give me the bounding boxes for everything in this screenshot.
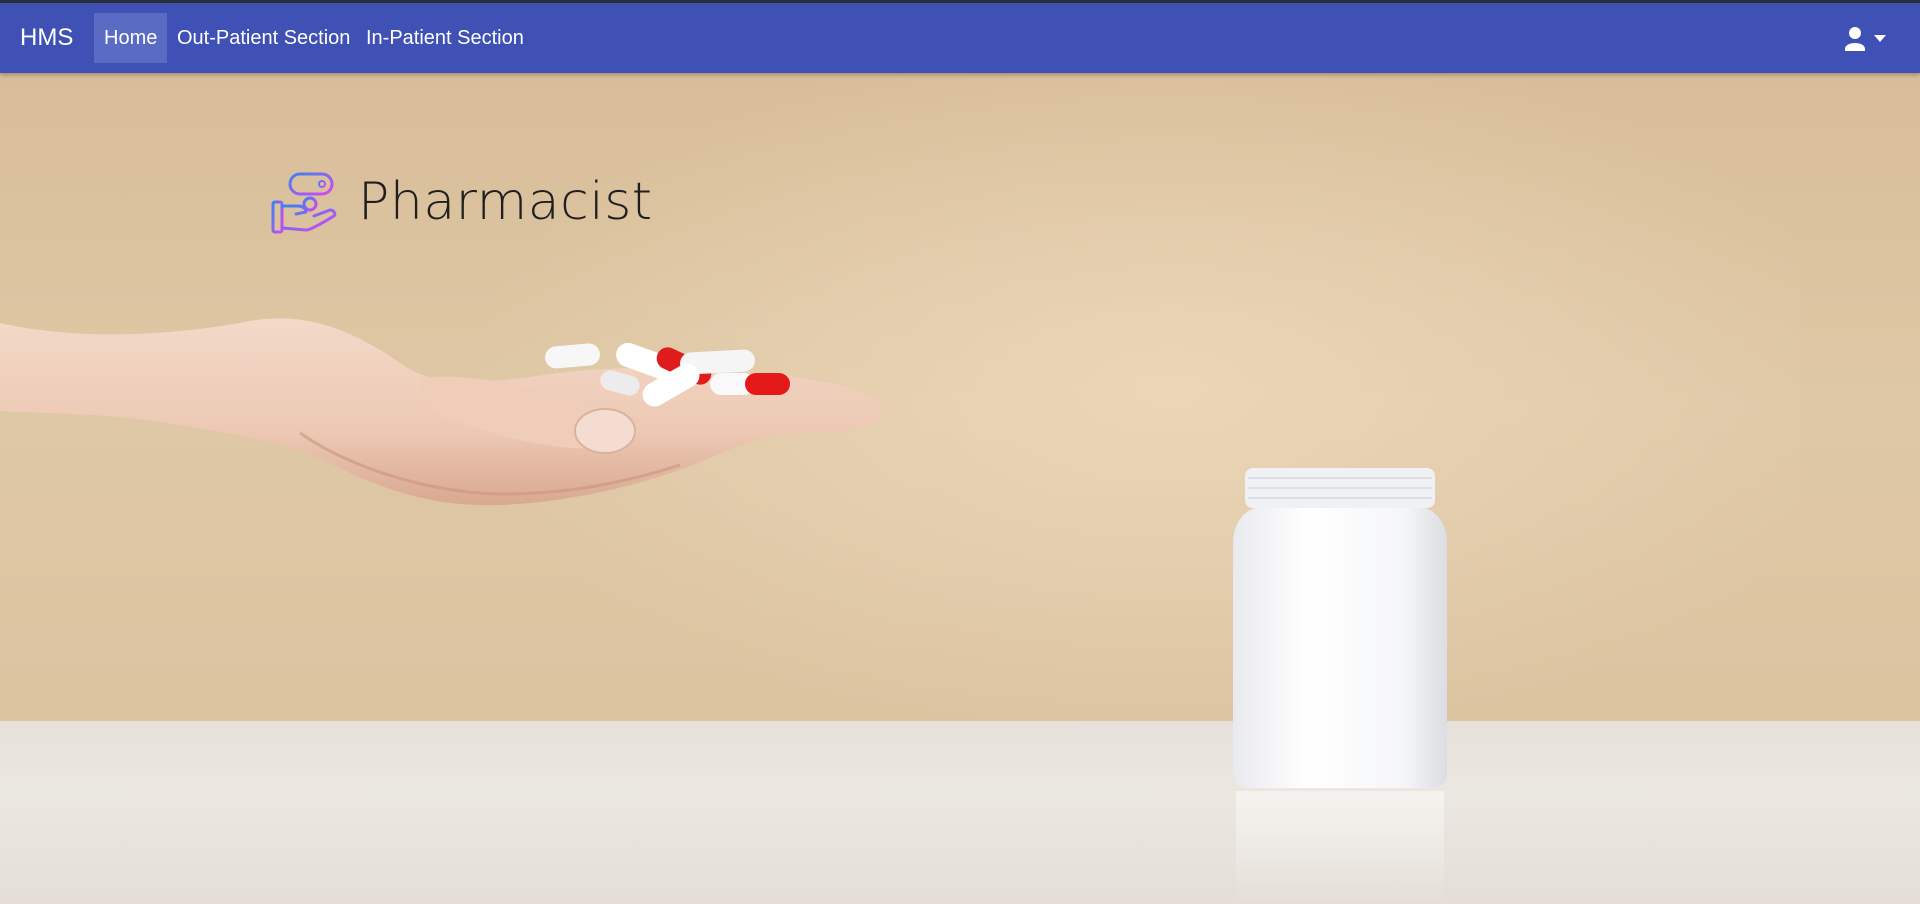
top-navbar: HMS Home Out-Patient Section In-Patient … — [0, 3, 1920, 73]
nav-out-patient-link[interactable]: Out-Patient Section — [167, 13, 360, 63]
hand-with-pills — [0, 318, 883, 506]
page-title: Pharmacist — [358, 172, 653, 232]
hero-banner: Pharmacist — [0, 73, 1920, 904]
hand-holding-medicine-icon — [271, 172, 337, 234]
nav-in-patient-link[interactable]: In-Patient Section — [356, 13, 534, 63]
nav-home-link[interactable]: Home — [94, 13, 168, 63]
caret-down-icon — [1874, 35, 1886, 42]
white-pill-bottle — [1233, 468, 1447, 904]
brand-logo[interactable]: HMS — [20, 24, 73, 52]
user-menu-dropdown[interactable] — [1838, 25, 1894, 55]
